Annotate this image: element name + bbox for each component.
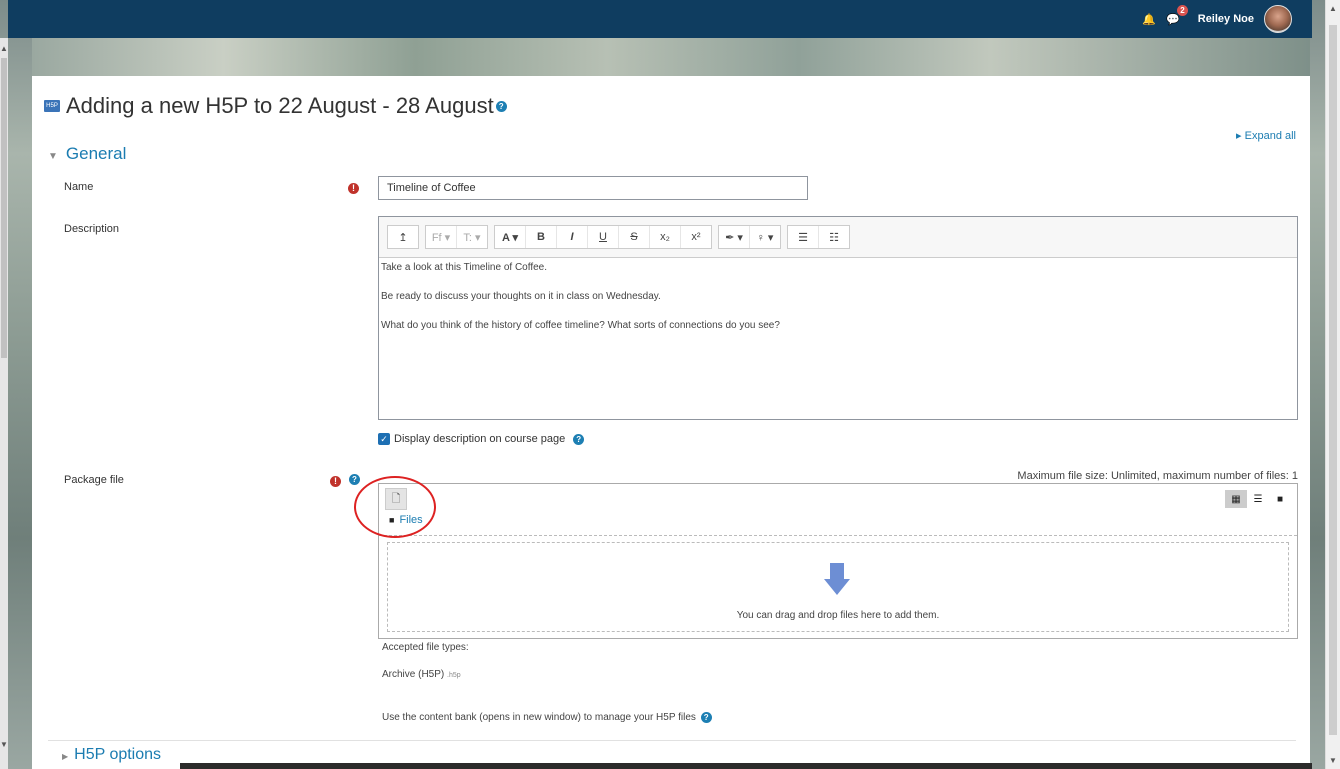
- help-icon[interactable]: ?: [700, 712, 712, 723]
- section-h5p-options-header[interactable]: ▶ H5P options: [62, 746, 161, 766]
- description-paragraph: Be ready to discuss your thoughts on it …: [381, 291, 661, 302]
- avatar[interactable]: [1264, 5, 1292, 33]
- unordered-list-button[interactable]: ☰: [788, 226, 819, 248]
- scroll-up-arrow-icon[interactable]: ▲: [0, 44, 8, 53]
- display-description-checkbox[interactable]: ✓: [378, 433, 390, 445]
- section-general-header[interactable]: ▼ General: [48, 144, 126, 164]
- section-divider: [48, 740, 1296, 741]
- superscript-button[interactable]: x²: [681, 226, 711, 248]
- content-bank-note: Use the content bank (opens in new windo…: [382, 712, 712, 723]
- section-general-title: General: [65, 144, 127, 163]
- left-scrollbar[interactable]: ▲ ▼: [0, 38, 8, 769]
- toolbar-toggle-button[interactable]: ↥: [388, 226, 418, 248]
- max-file-size-text: Maximum file size: Unlimited, maximum nu…: [1017, 470, 1298, 482]
- course-header-banner: [32, 38, 1310, 76]
- help-icon[interactable]: ?: [573, 433, 585, 445]
- underline-button[interactable]: U: [588, 226, 619, 248]
- accepted-file-types-label: Accepted file types:: [382, 642, 469, 653]
- help-icon[interactable]: ?: [349, 474, 360, 485]
- main-content: H5P Adding a new H5P to 22 August - 28 A…: [32, 76, 1310, 769]
- subscript-button[interactable]: x₂: [650, 226, 681, 248]
- name-input[interactable]: Timeline of Coffee: [378, 176, 808, 200]
- display-description-label: Display description on course page: [394, 433, 566, 445]
- list-view-icon[interactable]: ☰: [1247, 490, 1269, 508]
- page-title-text: Adding a new H5P to 22 August - 28 Augus…: [66, 93, 494, 118]
- file-drop-zone[interactable]: You can drag and drop files here to add …: [387, 542, 1289, 632]
- taskbar-strip: [180, 763, 1312, 769]
- right-scrollbar[interactable]: ▲ ▼: [1325, 0, 1340, 769]
- annotation-circle: [354, 476, 436, 538]
- scroll-up-arrow-icon[interactable]: ▲: [1326, 4, 1340, 13]
- italic-button[interactable]: I: [557, 226, 588, 248]
- editor-toolbar: ↥ Ff ▾ T: ▾ A ▾ B I U S x₂ x² ✒ ▾ ♀ ▾ ☰ …: [379, 217, 1297, 258]
- expand-caret-icon: ▶: [62, 752, 69, 761]
- editor-content[interactable]: Take a look at this Timeline of Coffee. …: [379, 258, 1297, 353]
- description-paragraph: What do you think of the history of coff…: [381, 320, 780, 331]
- font-color-button[interactable]: ✒ ▾: [719, 226, 750, 248]
- package-file-label: Package file: [64, 474, 124, 486]
- folder-view-icon[interactable]: ■: [1269, 490, 1291, 508]
- description-label: Description: [64, 223, 120, 235]
- bell-icon[interactable]: 🔔: [1142, 13, 1156, 26]
- help-icon[interactable]: ?: [495, 100, 507, 112]
- bold-button[interactable]: B: [526, 226, 557, 248]
- content-bank-text[interactable]: Use the content bank (opens in new windo…: [382, 712, 696, 723]
- drop-zone-text: You can drag and drop files here to add …: [736, 610, 940, 621]
- font-size-button[interactable]: T: ▾: [457, 226, 487, 248]
- download-arrow-icon: [824, 563, 850, 595]
- ordered-list-button[interactable]: ☷: [819, 226, 849, 248]
- font-family-button[interactable]: Ff ▾: [426, 226, 457, 248]
- description-editor[interactable]: ↥ Ff ▾ T: ▾ A ▾ B I U S x₂ x² ✒ ▾ ♀ ▾ ☰ …: [378, 216, 1298, 420]
- notification-badge: 2: [1177, 4, 1188, 16]
- expand-all-label: Expand all: [1244, 130, 1296, 142]
- right-scroll-thumb[interactable]: [1329, 25, 1337, 735]
- required-icon: !: [330, 473, 341, 487]
- page-title: H5P Adding a new H5P to 22 August - 28 A…: [44, 93, 507, 119]
- collapse-caret-icon: ▼: [48, 151, 58, 162]
- grid-view-icon[interactable]: ▦: [1225, 490, 1247, 508]
- accepted-file-type: Archive (H5P) .h5p: [382, 669, 461, 680]
- description-paragraph: Take a look at this Timeline of Coffee.: [381, 262, 548, 273]
- required-icon: !: [348, 180, 359, 194]
- archive-extension: .h5p: [447, 672, 461, 679]
- archive-label: Archive (H5P): [382, 669, 445, 680]
- name-label: Name: [64, 181, 94, 193]
- top-navbar: 🔔 💬 2 Reiley Noe: [8, 0, 1312, 38]
- expand-all-link[interactable]: ▸ Expand all: [1236, 129, 1296, 142]
- section-h5p-options-title: H5P options: [74, 746, 162, 763]
- strikethrough-button[interactable]: S: [619, 226, 650, 248]
- background-color-button[interactable]: ♀ ▾: [750, 226, 780, 248]
- scroll-down-arrow-icon[interactable]: ▼: [0, 740, 8, 749]
- scroll-down-arrow-icon[interactable]: ▼: [1326, 756, 1340, 765]
- h5p-activity-icon: H5P: [44, 100, 60, 112]
- left-scroll-thumb[interactable]: [1, 58, 7, 358]
- user-name[interactable]: Reiley Noe: [1198, 13, 1254, 25]
- file-picker: 🗋 ■ Files ▦ ☰ ■ You can drag and drop fil…: [378, 483, 1298, 639]
- display-description-row: ✓ Display description on course page ?: [378, 433, 585, 445]
- messages-icon[interactable]: 💬 2: [1166, 4, 1188, 26]
- paragraph-style-button[interactable]: A ▾: [495, 226, 526, 248]
